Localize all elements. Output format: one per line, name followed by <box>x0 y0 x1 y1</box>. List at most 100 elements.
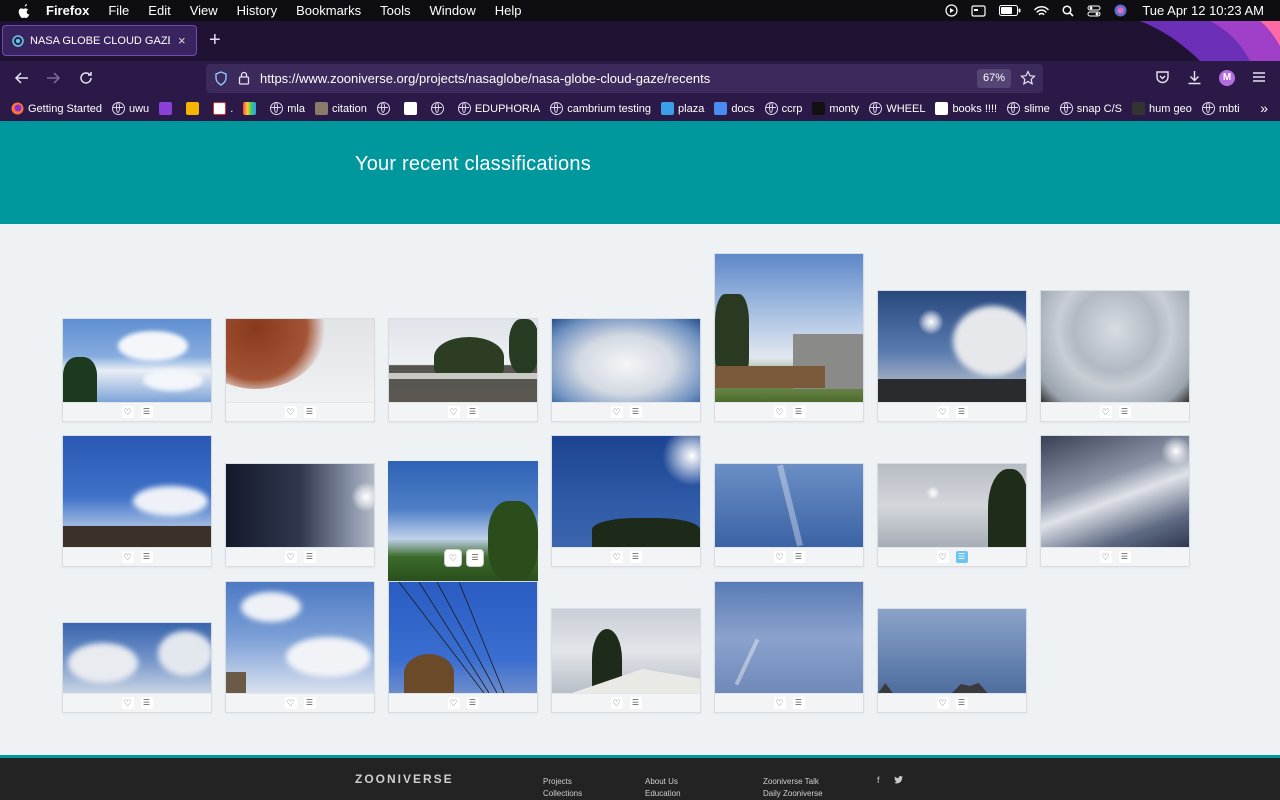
classification-card[interactable]: ♡ ☰ <box>1040 435 1190 567</box>
bookmark-slime[interactable]: slime <box>1007 102 1050 115</box>
classification-card[interactable]: ♡ ☰ <box>551 608 701 713</box>
bookmark-mail[interactable]: . <box>213 102 233 115</box>
wifi-icon[interactable] <box>1034 5 1050 17</box>
favorite-heart-icon[interactable]: ♡ <box>445 550 461 566</box>
bookmark-hum-geo[interactable]: hum geo <box>1132 102 1192 115</box>
bookmark-eduphoria[interactable]: EDUPHORIA <box>457 102 540 115</box>
classification-card[interactable]: ♡ ☰ <box>877 290 1027 422</box>
classification-card[interactable]: ♡ ☰ <box>877 608 1027 713</box>
twitter-icon[interactable] <box>894 776 903 784</box>
favorite-heart-icon[interactable]: ♡ <box>773 551 786 563</box>
footer-link-collections[interactable]: Collections <box>543 788 582 800</box>
menu-edit[interactable]: Edit <box>148 3 170 18</box>
favorite-heart-icon[interactable]: ♡ <box>936 697 949 709</box>
bookmark-s-logo[interactable] <box>159 102 176 115</box>
favorite-heart-icon[interactable]: ♡ <box>447 697 460 709</box>
forward-arrow-icon[interactable] <box>45 70 61 86</box>
add-to-collection-list-icon[interactable]: ☰ <box>140 697 153 709</box>
menu-file[interactable]: File <box>108 3 129 18</box>
classification-thumbnail[interactable] <box>552 609 700 693</box>
add-to-collection-list-icon[interactable]: ☰ <box>466 406 479 418</box>
favorite-heart-icon[interactable]: ♡ <box>610 697 623 709</box>
classification-thumbnail[interactable] <box>878 609 1026 693</box>
bookmark-mbti[interactable]: mbti <box>1201 102 1240 115</box>
classification-thumbnail[interactable] <box>715 582 863 693</box>
url-text[interactable]: https://www.zooniverse.org/projects/nasa… <box>260 71 710 86</box>
footer-link-about-us[interactable]: About Us <box>645 776 681 788</box>
zoom-level-badge[interactable]: 67% <box>977 69 1012 88</box>
classification-thumbnail[interactable]: ♡ ☰ <box>388 461 538 581</box>
address-bar[interactable]: https://www.zooniverse.org/projects/nasa… <box>206 64 1043 93</box>
favorite-heart-icon[interactable]: ♡ <box>610 406 623 418</box>
menu-history[interactable]: History <box>237 3 277 18</box>
bookmarks-overflow-chevron-icon[interactable]: » <box>1260 100 1268 116</box>
add-to-collection-list-icon[interactable]: ☰ <box>955 406 968 418</box>
favorite-heart-icon[interactable]: ♡ <box>1099 551 1112 563</box>
classification-thumbnail[interactable] <box>1041 436 1189 547</box>
bookmark-monty[interactable]: monty <box>812 102 859 115</box>
classification-card[interactable]: ♡ ☰ <box>225 318 375 422</box>
favorite-heart-icon[interactable]: ♡ <box>1099 406 1112 418</box>
bookmark-docs[interactable]: docs <box>714 102 755 115</box>
classification-card[interactable]: ♡ ☰ <box>551 318 701 422</box>
calendar-icon[interactable] <box>971 4 986 17</box>
tab-close-icon[interactable]: × <box>178 33 186 48</box>
add-to-collection-list-icon[interactable]: ☰ <box>629 697 642 709</box>
bookmark-mla[interactable]: mla <box>270 102 305 115</box>
add-to-collection-list-icon[interactable]: ☰ <box>466 697 479 709</box>
footer-link-talk[interactable]: Zooniverse Talk <box>763 776 823 788</box>
classification-card[interactable]: ♡ ☰ <box>714 253 864 422</box>
classification-card[interactable]: ♡ ☰ <box>62 622 212 713</box>
zooniverse-logo[interactable]: ZOONIVERSE <box>355 772 454 786</box>
add-to-collection-list-icon[interactable]: ☰ <box>629 551 642 563</box>
classification-thumbnail[interactable] <box>63 623 211 693</box>
add-to-collection-list-icon[interactable]: ☰ <box>792 697 805 709</box>
bookmark-globe-b[interactable] <box>430 102 448 115</box>
facebook-icon[interactable]: f <box>877 775 880 785</box>
footer-link-daily-zooniverse[interactable]: Daily Zooniverse <box>763 788 823 800</box>
favorite-heart-icon[interactable]: ♡ <box>936 551 949 563</box>
classification-card[interactable]: ♡ ☰ <box>714 581 864 713</box>
battery-icon[interactable] <box>999 5 1021 16</box>
favorite-heart-icon[interactable]: ♡ <box>773 697 786 709</box>
classification-card[interactable]: ♡ ☰ <box>225 463 375 567</box>
favorite-heart-icon[interactable]: ♡ <box>121 406 134 418</box>
menu-tools[interactable]: Tools <box>380 3 410 18</box>
bookmark-star-icon[interactable] <box>1020 70 1036 86</box>
add-to-collection-list-icon[interactable]: ☰ <box>1118 551 1131 563</box>
classification-card[interactable]: ♡ ☰ <box>551 435 701 567</box>
add-to-collection-list-icon[interactable]: ☰ <box>303 551 316 563</box>
classification-thumbnail[interactable] <box>226 464 374 547</box>
favorite-heart-icon[interactable]: ♡ <box>447 406 460 418</box>
classification-thumbnail[interactable] <box>552 319 700 402</box>
bookmark-citation[interactable]: citation <box>314 102 367 115</box>
lock-icon[interactable] <box>238 71 250 85</box>
classification-thumbnail[interactable] <box>715 254 863 402</box>
classification-card[interactable]: ♡ ☰ <box>225 581 375 713</box>
menubar-clock[interactable]: Tue Apr 12 10:23 AM <box>1142 3 1264 18</box>
siri-icon[interactable] <box>1114 4 1127 17</box>
classification-thumbnail[interactable] <box>878 464 1026 547</box>
bookmark-uwu[interactable]: uwu <box>112 102 149 115</box>
classification-thumbnail[interactable] <box>389 582 537 693</box>
add-to-collection-list-icon[interactable]: ☰ <box>140 551 153 563</box>
add-to-collection-list-icon[interactable]: ☰ <box>1118 406 1131 418</box>
hamburger-menu-icon[interactable] <box>1252 70 1266 84</box>
add-to-collection-list-icon[interactable]: ☰ <box>955 551 968 563</box>
classification-thumbnail[interactable] <box>715 464 863 547</box>
classification-card[interactable]: ♡ ☰ <box>714 463 864 567</box>
add-to-collection-list-icon[interactable]: ☰ <box>303 406 316 418</box>
bookmark-plaza[interactable]: plaza <box>661 102 704 115</box>
classification-thumbnail[interactable] <box>63 319 211 402</box>
classification-thumbnail[interactable] <box>389 319 537 402</box>
classification-card[interactable]: ♡ ☰ <box>877 463 1027 567</box>
classification-thumbnail[interactable] <box>552 436 700 547</box>
favorite-heart-icon[interactable]: ♡ <box>121 697 134 709</box>
classification-card[interactable]: ♡ ☰ <box>62 435 212 567</box>
add-to-collection-list-icon[interactable]: ☰ <box>140 406 153 418</box>
add-to-collection-list-icon[interactable]: ☰ <box>955 697 968 709</box>
menu-window[interactable]: Window <box>430 3 476 18</box>
menu-view[interactable]: View <box>190 3 218 18</box>
classification-card[interactable]: ♡ ☰ <box>1040 290 1190 422</box>
add-to-collection-list-icon[interactable]: ☰ <box>629 406 642 418</box>
